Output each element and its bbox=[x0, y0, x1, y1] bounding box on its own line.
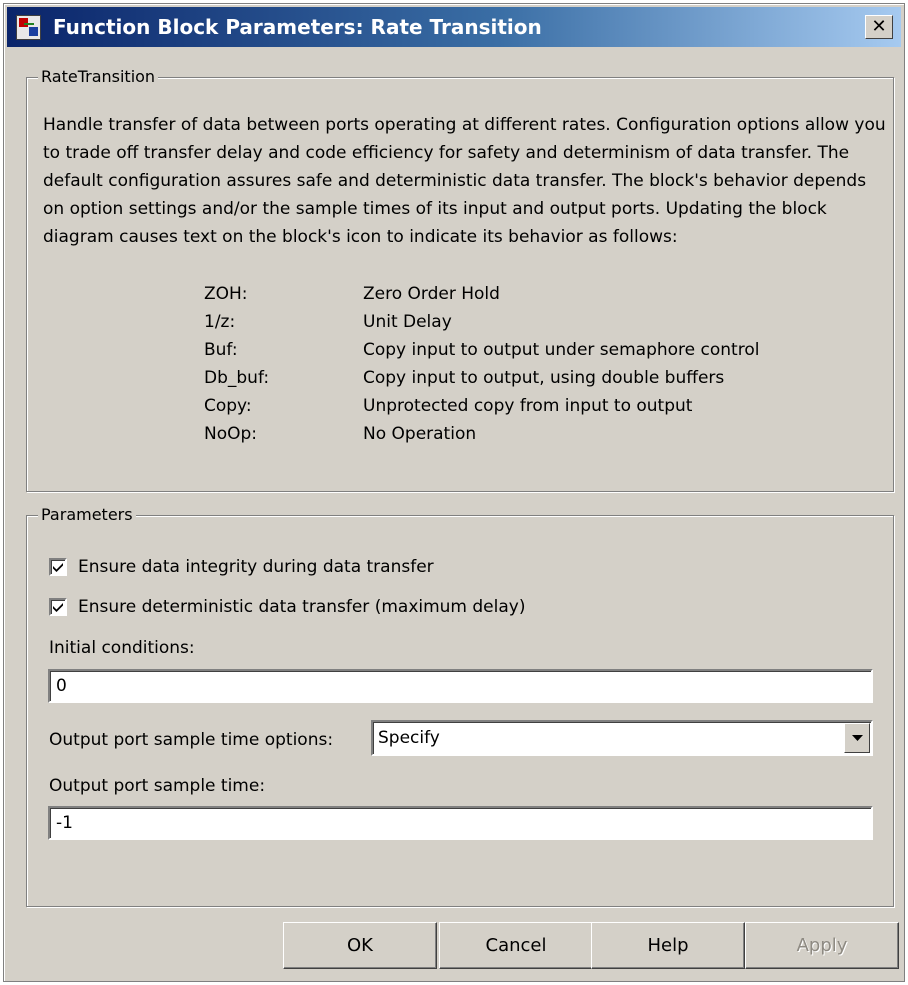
ensure-integrity-label[interactable]: Ensure data integrity during data transf… bbox=[78, 557, 434, 577]
parameters-group: Parameters Ensure data integrity during … bbox=[26, 505, 894, 907]
help-button[interactable]: Help bbox=[591, 922, 745, 969]
parameters-group-label: Parameters bbox=[38, 505, 136, 525]
checkmark-icon bbox=[53, 563, 63, 572]
ensure-integrity-checkbox[interactable] bbox=[49, 558, 67, 576]
close-button[interactable]: ✕ bbox=[865, 15, 893, 39]
window-title: Function Block Parameters: Rate Transiti… bbox=[53, 15, 542, 39]
close-icon: ✕ bbox=[871, 16, 887, 37]
ensure-integrity-row[interactable]: Ensure data integrity during data transf… bbox=[49, 556, 434, 578]
simulink-block-icon[interactable] bbox=[16, 15, 41, 40]
legend-row: NoOp: No Operation bbox=[204, 424, 477, 444]
dropdown-button[interactable] bbox=[844, 723, 870, 753]
legend-row: ZOH: Zero Order Hold bbox=[204, 284, 500, 304]
block-description: Handle transfer of data between ports op… bbox=[43, 115, 886, 247]
description-group: RateTransition Handle transfer of data b… bbox=[26, 67, 894, 492]
ensure-deterministic-row[interactable]: Ensure deterministic data transfer (maxi… bbox=[49, 596, 525, 618]
chevron-down-icon bbox=[852, 735, 863, 741]
sample-time-options-value: Specify bbox=[378, 728, 440, 748]
initial-conditions-input[interactable]: 0 bbox=[48, 669, 873, 703]
legend-row: Db_buf: Copy input to output, using doubl… bbox=[204, 368, 725, 388]
sample-time-input[interactable]: -1 bbox=[48, 806, 873, 840]
cancel-button[interactable]: Cancel bbox=[439, 922, 593, 969]
ensure-deterministic-checkbox[interactable] bbox=[49, 598, 67, 616]
initial-conditions-label: Initial conditions: bbox=[49, 638, 195, 658]
sample-time-label: Output port sample time: bbox=[49, 776, 266, 796]
apply-button[interactable]: Apply bbox=[745, 922, 899, 969]
ok-button[interactable]: OK bbox=[283, 922, 437, 969]
sample-time-options-select[interactable]: Specify bbox=[371, 720, 873, 756]
title-bar[interactable]: Function Block Parameters: Rate Transiti… bbox=[7, 7, 901, 47]
legend-row: 1/z: Unit Delay bbox=[204, 312, 452, 332]
description-group-label: RateTransition bbox=[38, 67, 159, 87]
legend-row: Copy: Unprotected copy from input to outp… bbox=[204, 396, 693, 416]
sample-time-options-label: Output port sample time options: bbox=[49, 730, 334, 750]
checkmark-icon bbox=[53, 603, 63, 612]
legend-row: Buf: Copy input to output under semaphore… bbox=[204, 340, 760, 360]
icon-legend-table: ZOH: Zero Order Hold 1/z: Unit Delay Buf: C… bbox=[204, 280, 759, 448]
ensure-deterministic-label[interactable]: Ensure deterministic data transfer (maxi… bbox=[78, 597, 525, 617]
